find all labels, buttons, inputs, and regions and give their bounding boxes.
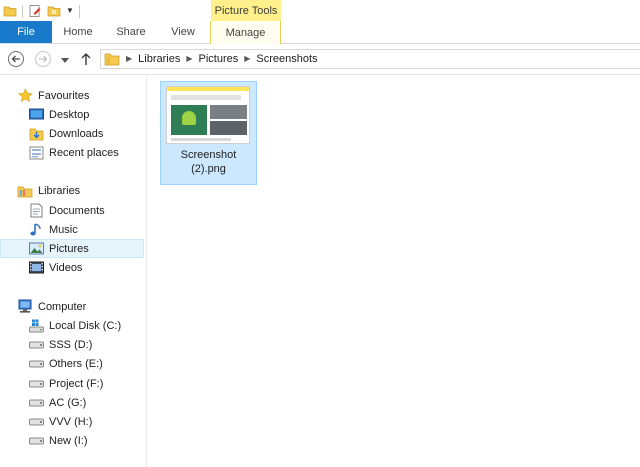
picture-tools-label: Picture Tools	[211, 0, 281, 21]
properties-icon[interactable]	[28, 4, 42, 18]
image-thumbnail	[166, 86, 250, 144]
sidebar-item-label: Pictures	[49, 242, 89, 255]
new-folder-icon[interactable]	[47, 4, 61, 18]
sidebar-item-label: AC (G:)	[49, 396, 87, 409]
tab-file[interactable]: File	[0, 21, 52, 43]
sidebar-item-label: New (I:)	[49, 434, 88, 447]
forward-button[interactable]	[35, 51, 51, 67]
sidebar-item-label: Libraries	[38, 184, 81, 197]
sidebar-item-label: Computer	[38, 300, 87, 313]
sidebar-item-drive-e[interactable]: Others (E:)	[28, 354, 144, 373]
computer-icon	[17, 299, 33, 315]
sidebar-item-label: Others (E:)	[49, 357, 103, 370]
breadcrumb-separator-icon[interactable]: ▶	[126, 55, 132, 63]
hard-drive-icon	[28, 395, 44, 411]
tab-manage[interactable]: Manage	[210, 21, 281, 44]
file-list[interactable]: Screenshot (2).png	[147, 75, 640, 467]
customize-toolbar-dropdown-icon[interactable]: ▼	[66, 7, 74, 15]
hard-drive-icon	[28, 433, 44, 449]
navigation-bar: ▶ Libraries ▶ Pictures ▶ Screenshots	[0, 44, 640, 75]
tab-view[interactable]: View	[158, 21, 208, 43]
sidebar-item-desktop[interactable]: Desktop	[28, 105, 144, 124]
navigation-pane: Favourites Desktop Downloads Recent plac…	[0, 75, 147, 467]
arrow-right-icon	[39, 55, 48, 63]
music-icon	[28, 222, 44, 238]
sidebar-item-recent-places[interactable]: Recent places	[28, 143, 144, 162]
sidebar-item-drive-g[interactable]: AC (G:)	[28, 393, 144, 412]
sidebar-item-drive-c[interactable]: Local Disk (C:)	[28, 316, 144, 335]
breadcrumb-separator-icon[interactable]: ▶	[186, 55, 192, 63]
documents-icon	[28, 203, 44, 219]
toolbar-separator	[22, 4, 23, 18]
libraries-icon	[17, 183, 33, 199]
windows-drive-icon	[28, 318, 44, 334]
sidebar-item-drive-f[interactable]: Project (F:)	[28, 374, 144, 393]
tab-home[interactable]: Home	[52, 21, 104, 43]
sidebar-item-label: VVV (H:)	[49, 415, 93, 428]
sidebar-item-label: Music	[49, 223, 78, 236]
sidebar-item-downloads[interactable]: Downloads	[28, 124, 144, 143]
sidebar-item-drive-h[interactable]: VVV (H:)	[28, 412, 144, 431]
tab-share[interactable]: Share	[104, 21, 158, 43]
sidebar-item-favourites[interactable]: Favourites	[17, 86, 142, 105]
star-icon	[17, 88, 33, 104]
sidebar-item-label: Downloads	[49, 127, 104, 140]
title-bar: ▼ Picture Tools	[0, 0, 640, 21]
pictures-icon	[28, 241, 44, 257]
breadcrumb-screenshots[interactable]: Screenshots	[256, 53, 317, 65]
sidebar-item-music[interactable]: Music	[28, 220, 144, 239]
breadcrumb-pictures[interactable]: Pictures	[199, 53, 239, 65]
file-name: Screenshot (2).png	[161, 148, 256, 176]
sidebar-item-label: Favourites	[38, 89, 90, 102]
hard-drive-icon	[28, 414, 44, 430]
file-name-line-1: Screenshot	[180, 149, 237, 161]
sidebar-item-label: SSS (D:)	[49, 338, 93, 351]
sidebar-item-videos[interactable]: Videos	[28, 258, 144, 277]
quick-access-toolbar: ▼	[3, 2, 80, 20]
file-name-line-2: (2).png	[191, 163, 226, 175]
address-bar[interactable]: ▶ Libraries ▶ Pictures ▶ Screenshots	[100, 49, 640, 69]
sidebar-item-label: Project (F:)	[49, 377, 104, 390]
hard-drive-icon	[28, 376, 44, 392]
file-item[interactable]: Screenshot (2).png	[160, 81, 257, 185]
arrow-up-icon	[81, 53, 91, 65]
sidebar-item-label: Desktop	[49, 108, 90, 121]
chevron-down-icon	[61, 57, 69, 63]
recent-locations-button[interactable]	[60, 55, 70, 65]
sidebar-item-label: Local Disk (C:)	[49, 319, 122, 332]
arrow-left-icon	[11, 55, 20, 63]
sidebar-item-computer[interactable]: Computer	[17, 297, 142, 316]
folder-icon	[104, 51, 120, 67]
sidebar-item-label: Documents	[49, 204, 105, 217]
sidebar-item-documents[interactable]: Documents	[28, 201, 144, 220]
sidebar-item-drive-d[interactable]: SSS (D:)	[28, 335, 144, 354]
recent-places-icon	[28, 145, 44, 161]
desktop-icon	[28, 107, 44, 123]
videos-icon	[28, 260, 44, 276]
up-button[interactable]	[80, 52, 92, 66]
downloads-folder-icon	[28, 126, 44, 142]
sidebar-item-label: Recent places	[49, 146, 119, 159]
sidebar-item-drive-i[interactable]: New (I:)	[28, 431, 144, 450]
folder-icon[interactable]	[3, 4, 17, 18]
toolbar-separator	[78, 4, 80, 18]
breadcrumb-separator-icon[interactable]: ▶	[244, 55, 250, 63]
ribbon-tabs: File Home Share View Manage	[0, 21, 640, 44]
hard-drive-icon	[28, 337, 44, 353]
sidebar-item-label: Videos	[49, 261, 83, 274]
back-button[interactable]	[8, 51, 24, 67]
sidebar-item-pictures[interactable]: Pictures	[0, 239, 144, 258]
sidebar-item-libraries[interactable]: Libraries	[17, 181, 142, 200]
breadcrumb-libraries[interactable]: Libraries	[138, 53, 180, 65]
hard-drive-icon	[28, 356, 44, 372]
